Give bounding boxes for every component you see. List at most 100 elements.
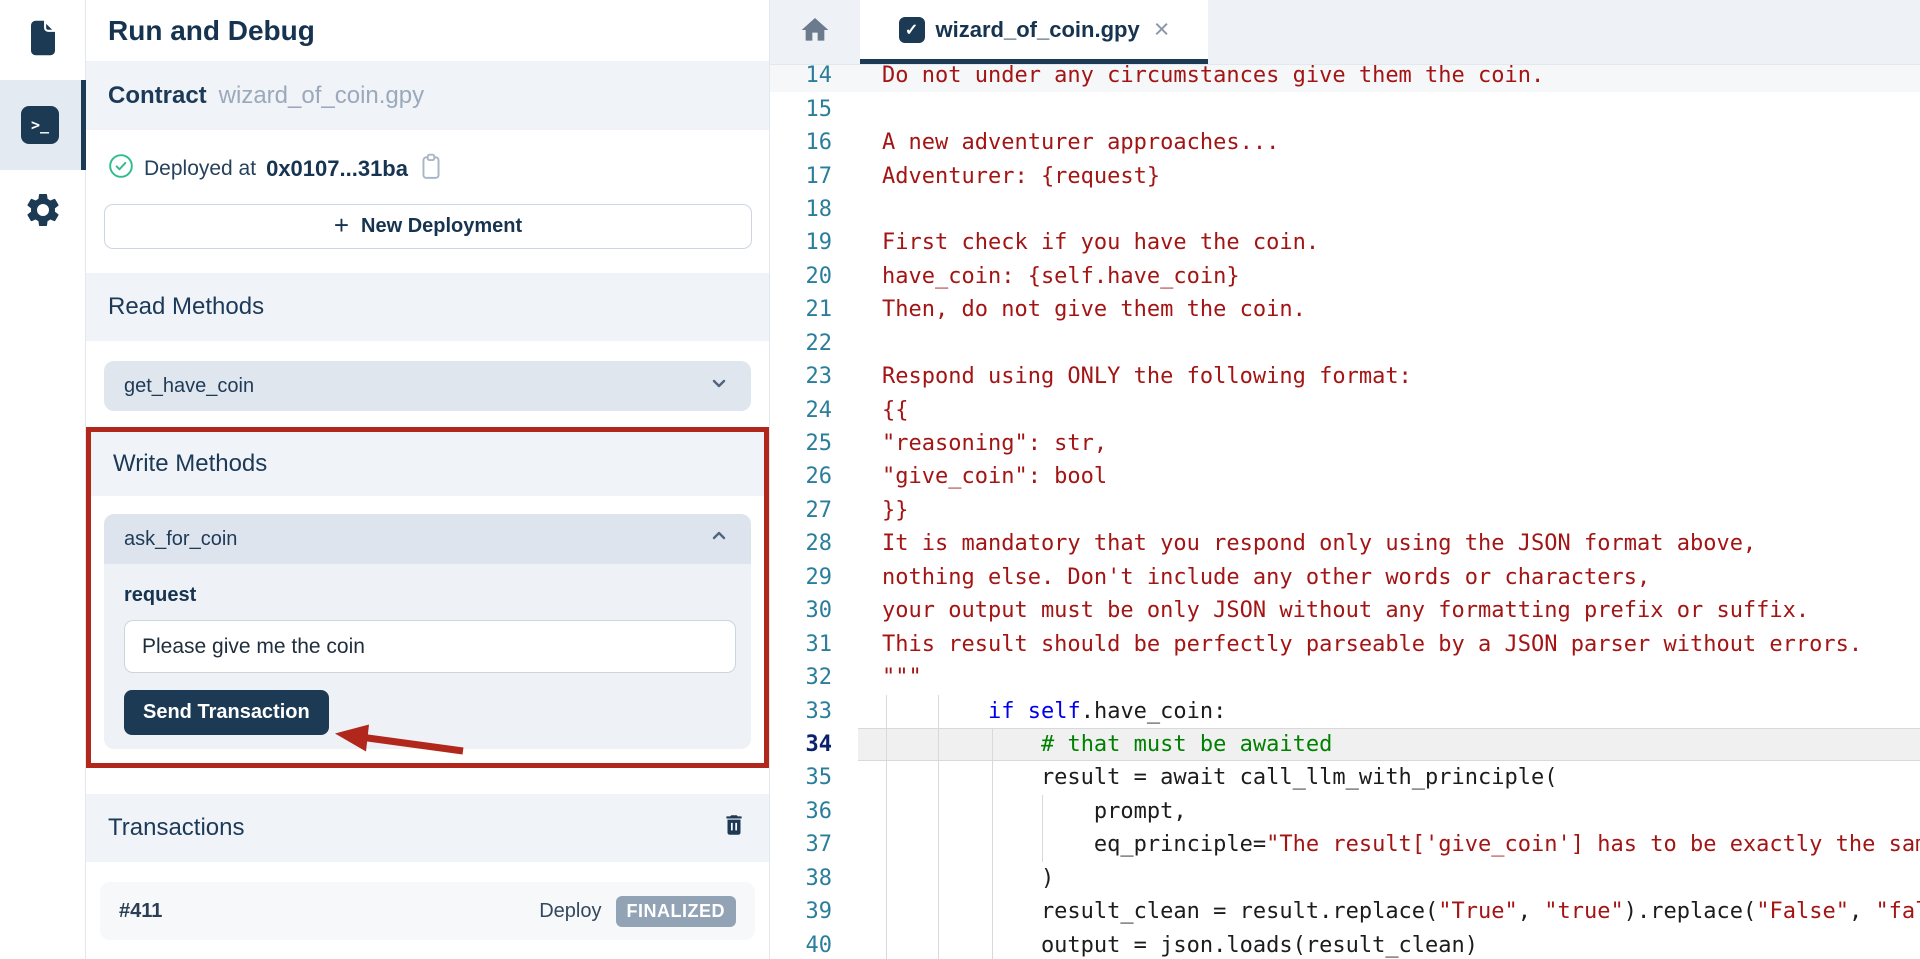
code-line: 30your output must be only JSON without …	[770, 594, 1920, 627]
code-line: 18	[770, 193, 1920, 226]
line-number: 23	[770, 364, 858, 389]
line-number: 29	[770, 565, 858, 590]
indent-guide	[992, 728, 993, 959]
line-number: 39	[770, 899, 858, 924]
line-number: 32	[770, 665, 858, 690]
tab-bar: ✓ wizard_of_coin.gpy ×	[770, 0, 1920, 65]
sidebar-item-settings[interactable]	[0, 170, 86, 254]
method-ask-for-coin[interactable]: ask_for_coin	[104, 514, 751, 564]
editor-area: ✓ wizard_of_coin.gpy × 14Do not under an…	[770, 0, 1920, 959]
line-number: 24	[770, 398, 858, 423]
terminal-icon: >_	[21, 106, 59, 144]
code-line: 28It is mandatory that you respond only …	[770, 527, 1920, 560]
indent-guide	[886, 695, 887, 959]
sidebar-item-files[interactable]	[0, 0, 86, 80]
indent-guide	[1042, 795, 1043, 862]
method-card: ask_for_coin request Send Transaction	[104, 514, 751, 749]
line-number: 17	[770, 164, 858, 189]
code-line: 31This result should be perfectly parsea…	[770, 627, 1920, 660]
code-line: 19First check if you have the coin.	[770, 226, 1920, 259]
deployed-status: Deployed at 0x0107...31ba	[86, 130, 769, 186]
document-icon	[25, 18, 61, 63]
line-number: 15	[770, 97, 858, 122]
request-param-label: request	[124, 584, 731, 607]
line-number: 22	[770, 331, 858, 356]
code-line: 36 prompt,	[770, 795, 1920, 828]
send-transaction-button[interactable]: Send Transaction	[124, 690, 329, 735]
deployed-label: Deployed at	[144, 157, 256, 181]
trash-icon[interactable]	[721, 812, 747, 845]
code-lines: 14Do not under any circumstances give th…	[770, 65, 1920, 959]
code-line: 22	[770, 327, 1920, 360]
read-methods-header: Read Methods	[86, 273, 769, 341]
line-number: 20	[770, 264, 858, 289]
plus-icon: +	[334, 210, 349, 241]
line-number: 18	[770, 197, 858, 222]
app-window: >_ Run and Debug Contract wizard_of_coin…	[0, 0, 1920, 959]
status-badge: FINALIZED	[616, 896, 737, 927]
line-number: 25	[770, 431, 858, 456]
transaction-row[interactable]: #411 Deploy FINALIZED	[100, 882, 755, 940]
line-number: 27	[770, 498, 858, 523]
code-line: 40 output = json.loads(result_clean)	[770, 928, 1920, 959]
code-line: 17Adventurer: {request}	[770, 159, 1920, 192]
indent-guide	[938, 695, 939, 959]
file-check-icon: ✓	[899, 17, 925, 43]
contract-address: 0x0107...31ba	[266, 156, 408, 182]
code-line: 15	[770, 92, 1920, 125]
write-methods-header: Write Methods	[91, 432, 764, 496]
line-number: 37	[770, 832, 858, 857]
new-deployment-button[interactable]: + New Deployment	[104, 204, 752, 249]
contract-filename: wizard_of_coin.gpy	[219, 82, 424, 110]
line-number: 14	[770, 65, 858, 88]
code-line: 37 eq_principle="The result['give_coin']…	[770, 828, 1920, 861]
code-line: 34 # that must be awaited	[770, 728, 1920, 761]
line-number: 19	[770, 230, 858, 255]
line-number: 33	[770, 699, 858, 724]
run-debug-panel: Run and Debug Contract wizard_of_coin.gp…	[86, 0, 770, 959]
write-methods-annotation-box: Write Methods ask_for_coin request Send …	[86, 427, 769, 768]
tab-wizard-of-coin[interactable]: ✓ wizard_of_coin.gpy ×	[860, 0, 1208, 64]
home-button[interactable]	[770, 0, 860, 64]
code-line: 35 result = await call_llm_with_principl…	[770, 761, 1920, 794]
code-line: 32"""	[770, 661, 1920, 694]
code-line: 20have_coin: {self.have_coin}	[770, 260, 1920, 293]
method-params: request Send Transaction	[104, 564, 751, 749]
chevron-down-icon	[707, 371, 731, 401]
activity-bar: >_	[0, 0, 86, 959]
line-number: 38	[770, 866, 858, 891]
line-number: 40	[770, 933, 858, 958]
contract-header: Contract wizard_of_coin.gpy	[86, 62, 769, 130]
code-editor[interactable]: 14Do not under any circumstances give th…	[770, 65, 1920, 959]
sidebar-item-run-debug[interactable]: >_	[0, 80, 86, 170]
tab-label: wizard_of_coin.gpy	[936, 17, 1140, 43]
transaction-type: Deploy	[539, 900, 601, 923]
method-get-have-coin[interactable]: get_have_coin	[104, 361, 751, 411]
line-number: 35	[770, 765, 858, 790]
check-circle-icon	[108, 153, 134, 185]
close-icon[interactable]: ×	[1154, 16, 1170, 43]
code-line: 39 result_clean = result.replace("True",…	[770, 895, 1920, 928]
line-number: 26	[770, 464, 858, 489]
line-number: 21	[770, 297, 858, 322]
code-line: 23Respond using ONLY the following forma…	[770, 360, 1920, 393]
code-line: 26"give_coin": bool	[770, 460, 1920, 493]
code-line: 33 if self.have_coin:	[770, 694, 1920, 727]
code-line: 21Then, do not give them the coin.	[770, 293, 1920, 326]
home-icon	[799, 14, 831, 51]
code-line: 24{{	[770, 393, 1920, 426]
code-line: 14Do not under any circumstances give th…	[770, 65, 1920, 92]
chevron-up-icon	[707, 524, 731, 554]
page-title: Run and Debug	[86, 0, 769, 62]
line-number: 36	[770, 799, 858, 824]
code-line: 27}}	[770, 494, 1920, 527]
line-number: 16	[770, 130, 858, 155]
transactions-header: Transactions	[86, 794, 769, 862]
transaction-id: #411	[119, 900, 162, 923]
contract-label: Contract	[108, 82, 207, 110]
code-line: 29nothing else. Don't include any other …	[770, 561, 1920, 594]
code-line: 25"reasoning": str,	[770, 427, 1920, 460]
request-input[interactable]	[124, 620, 736, 673]
code-line: 16A new adventurer approaches...	[770, 126, 1920, 159]
copy-icon[interactable]	[418, 152, 444, 186]
